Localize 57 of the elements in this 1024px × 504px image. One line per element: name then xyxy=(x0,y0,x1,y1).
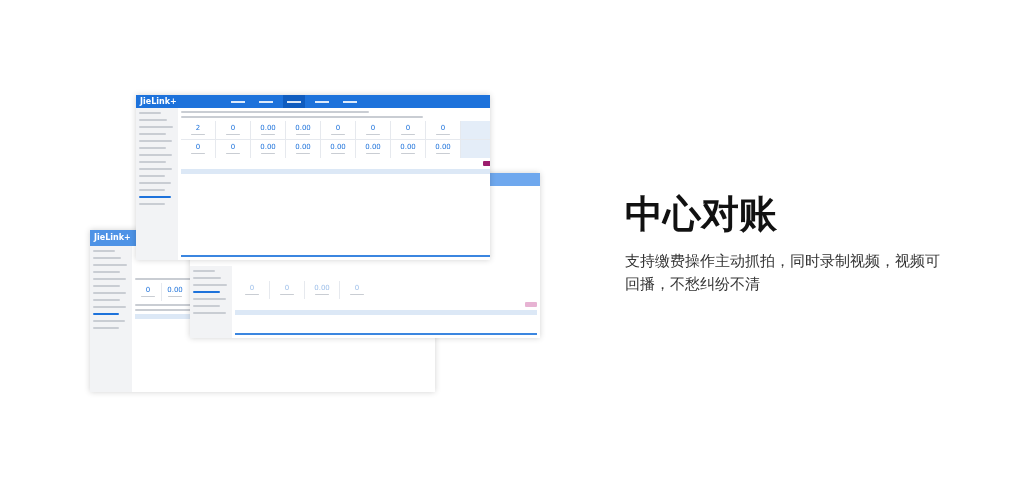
nav-tab[interactable] xyxy=(282,95,305,108)
text-line xyxy=(93,320,126,322)
logo-text: JieLink+ xyxy=(94,234,131,242)
text-line xyxy=(141,296,155,297)
text-line xyxy=(139,147,166,149)
text-line xyxy=(280,294,294,295)
text-line xyxy=(261,134,275,135)
active-menu-line xyxy=(93,313,120,315)
heading: 中心对账 xyxy=(625,193,778,236)
text-line xyxy=(193,298,227,300)
text-line xyxy=(296,153,310,154)
text-line xyxy=(350,294,364,295)
text-line xyxy=(139,119,167,121)
text-line xyxy=(139,126,173,128)
text-line xyxy=(193,270,215,272)
text-line xyxy=(93,271,121,273)
text-line xyxy=(168,296,182,297)
text-line xyxy=(226,134,240,135)
description: 支持缴费操作主动抓拍，同时录制视频，视频可回播，不愁纠纷不清 xyxy=(625,250,940,295)
text-line xyxy=(436,153,450,154)
text-line xyxy=(331,134,345,135)
text-line xyxy=(245,294,259,295)
text-line xyxy=(93,285,120,287)
text-line xyxy=(191,153,205,154)
text-line xyxy=(93,306,126,308)
text-line xyxy=(261,153,275,154)
text-line xyxy=(193,284,227,286)
text-line xyxy=(139,203,165,205)
text-line xyxy=(93,327,119,329)
text-line xyxy=(93,278,127,280)
text-line xyxy=(226,153,240,154)
text-line xyxy=(436,134,450,135)
text-line xyxy=(93,257,121,259)
text-line xyxy=(331,153,345,154)
text-line xyxy=(139,175,166,177)
text-line xyxy=(93,299,120,301)
text-line xyxy=(401,153,415,154)
text-line xyxy=(139,154,173,156)
text-line xyxy=(191,134,205,135)
text-line xyxy=(366,134,380,135)
text-line xyxy=(139,140,173,142)
text-line xyxy=(93,292,127,294)
text-line xyxy=(93,264,127,266)
text-line xyxy=(93,250,115,252)
text-line xyxy=(401,134,415,135)
text-line xyxy=(139,189,165,191)
text-line xyxy=(139,133,167,135)
text-line xyxy=(139,168,172,170)
text-line xyxy=(139,182,172,184)
active-menu-line xyxy=(193,291,221,293)
text-line xyxy=(366,153,380,154)
text-line xyxy=(296,134,310,135)
text-line xyxy=(139,112,161,114)
text-line xyxy=(139,161,166,163)
logo-text: JieLink+ xyxy=(140,97,177,106)
text-line xyxy=(315,294,329,295)
active-menu-line xyxy=(139,196,172,198)
